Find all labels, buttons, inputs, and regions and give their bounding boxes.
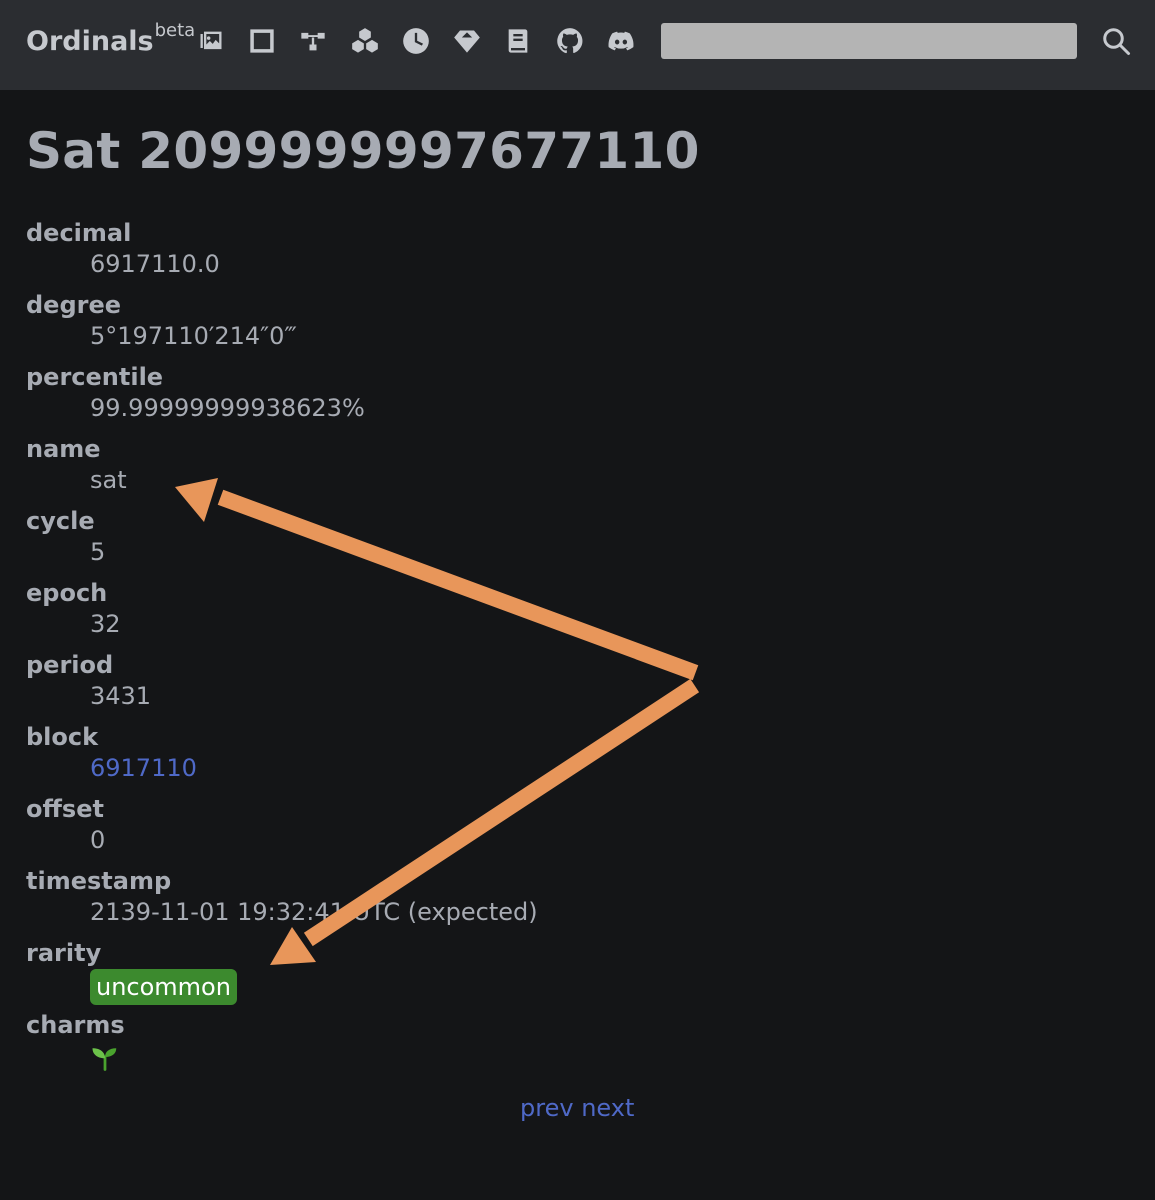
- pagination: prev next: [520, 1094, 634, 1122]
- block-value: 6917110: [90, 752, 1026, 794]
- prev-link[interactable]: prev: [520, 1094, 574, 1122]
- epoch-label: epoch: [26, 579, 108, 607]
- collections-icon[interactable]: [196, 26, 226, 56]
- search-button[interactable]: [1100, 26, 1132, 58]
- blocks-icon[interactable]: [350, 26, 380, 56]
- offset-value: 0: [90, 826, 106, 854]
- block-label: block: [26, 723, 99, 751]
- rarity-label: rarity: [26, 939, 102, 967]
- ordinals-logo-link[interactable]: Ordinalsbeta: [26, 20, 195, 57]
- sprout-icon: [92, 1048, 117, 1071]
- block-link[interactable]: 6917110: [90, 754, 197, 782]
- decimal-label: decimal: [26, 219, 132, 247]
- name-value: sat: [90, 466, 127, 494]
- logo-beta-superscript: beta: [154, 20, 196, 41]
- timestamp-value: 2139-11-01 19:32:41 UTC (expected): [90, 898, 538, 926]
- name-label: name: [26, 435, 101, 463]
- github-icon[interactable]: [555, 26, 585, 56]
- charms-label: charms: [26, 1011, 125, 1039]
- handbook-icon[interactable]: [503, 26, 533, 56]
- cycle-value: 5: [90, 538, 106, 566]
- period-label: period: [26, 651, 114, 679]
- search-icon: [1103, 28, 1130, 55]
- rarity-value: uncommon: [90, 968, 1026, 1010]
- offset-label: offset: [26, 795, 104, 823]
- clock-icon[interactable]: [401, 26, 431, 56]
- percentile-value: 99.99999999938623%: [90, 394, 365, 422]
- top-nav-bar: Ordinalsbeta: [0, 0, 1155, 90]
- epoch-value: 32: [90, 610, 121, 638]
- next-link[interactable]: next: [581, 1094, 634, 1122]
- discord-icon[interactable]: [606, 26, 636, 56]
- degree-label: degree: [26, 291, 122, 319]
- inscriptions-icon[interactable]: [247, 26, 277, 56]
- timestamp-label: timestamp: [26, 867, 172, 895]
- rarity-badge: uncommon: [90, 969, 237, 1005]
- cycle-label: cycle: [26, 507, 95, 535]
- decimal-value: 6917110.0: [90, 250, 220, 278]
- sat-details-list: decimal 6917110.0 degree 5°197110′214″0‴…: [26, 218, 1026, 1082]
- percentile-label: percentile: [26, 363, 164, 391]
- search-input[interactable]: [661, 23, 1077, 59]
- degree-value: 5°197110′214″0‴: [90, 322, 297, 350]
- charms-value: [90, 1040, 1026, 1082]
- period-value: 3431: [90, 682, 152, 710]
- logo-text: Ordinals: [26, 26, 154, 57]
- rare-sats-icon[interactable]: [452, 26, 482, 56]
- page-title: Sat 2099999997677110: [26, 122, 700, 180]
- runes-icon[interactable]: [298, 26, 328, 56]
